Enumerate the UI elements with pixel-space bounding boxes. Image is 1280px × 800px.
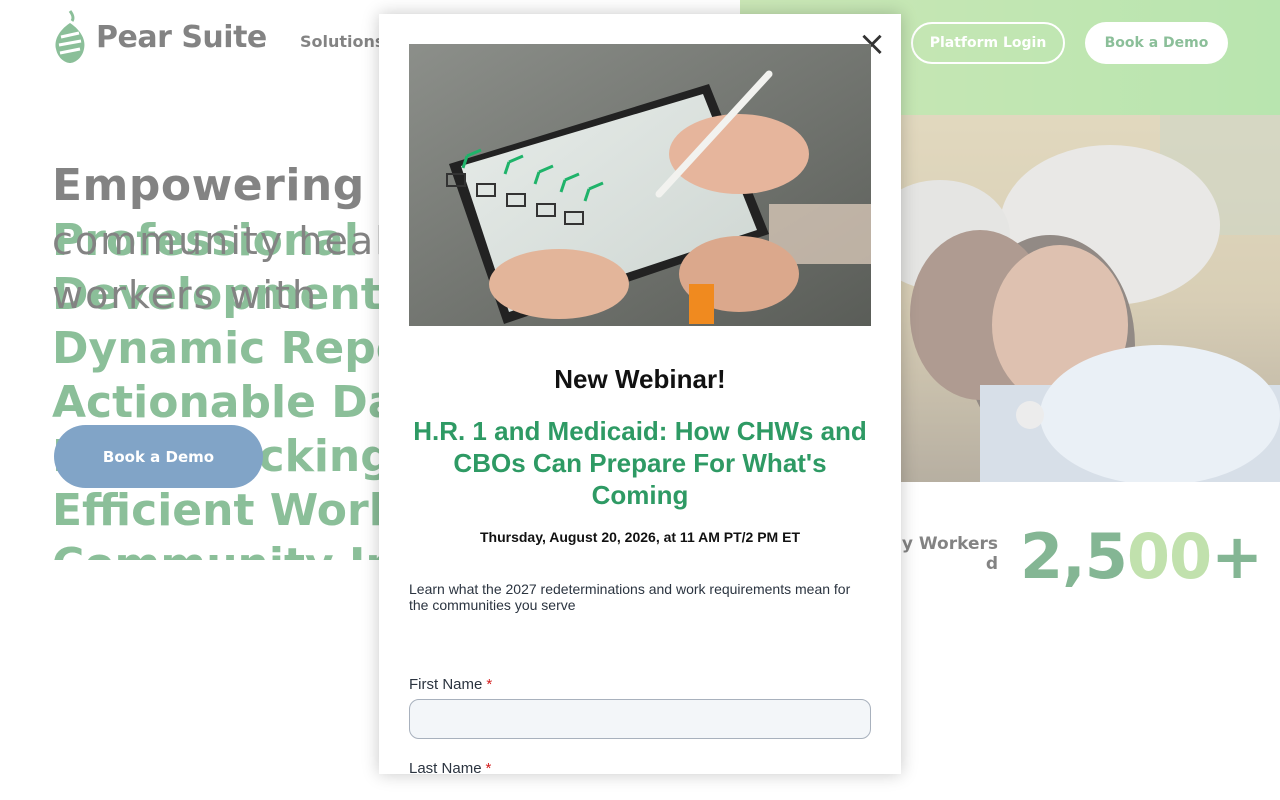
last-name-label: Last Name * (409, 760, 491, 774)
webinar-modal: × New Webinar! H.R. 1 and Medicaid: How … (379, 14, 901, 774)
first-name-input[interactable] (409, 699, 871, 739)
required-marker: * (485, 760, 492, 774)
webinar-date: Thursday, August 20, 2026, at 11 AM PT/2… (479, 529, 801, 545)
webinar-kicker: New Webinar! (554, 364, 726, 394)
webinar-description: Learn what the 2027 redeterminations and… (409, 581, 851, 613)
first-name-label: First Name * (409, 676, 492, 693)
first-name-label-text: First Name (409, 676, 483, 693)
webinar-photo (409, 44, 871, 326)
last-name-label-text: Last Name (409, 760, 482, 774)
webinar-headline: H.R. 1 and Medicaid: How CHWs and CBOs C… (413, 416, 867, 510)
required-marker: * (486, 676, 493, 693)
